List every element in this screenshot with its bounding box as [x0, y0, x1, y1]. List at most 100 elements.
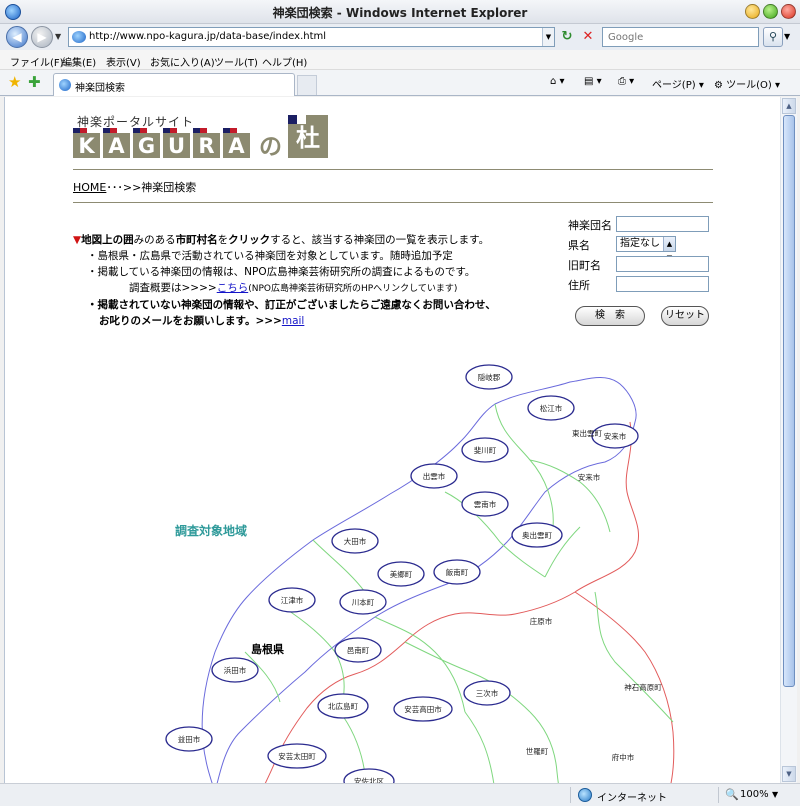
- old-town-input[interactable]: [616, 256, 709, 272]
- municipality-marker[interactable]: 北広島町: [317, 693, 369, 719]
- municipality-name[interactable]: 川本町: [352, 597, 375, 607]
- page-menu-label: ページ(P): [652, 80, 696, 91]
- zoom-icon[interactable]: 🔍: [725, 788, 739, 801]
- menu-file[interactable]: ファイル(F): [10, 54, 64, 69]
- minimize-button[interactable]: [745, 4, 760, 19]
- municipality-name[interactable]: 安芸太田町: [278, 751, 316, 761]
- divider: [73, 169, 713, 170]
- municipality-name[interactable]: 出雲市: [423, 471, 446, 481]
- history-dropdown-icon[interactable]: ▼: [55, 32, 61, 41]
- municipality-name[interactable]: 邑南町: [347, 645, 370, 655]
- refresh-icon[interactable]: ↻: [559, 30, 575, 44]
- region-map[interactable]: 調査対象地域 島根県 隠岐郡松江市安来市出雲市斐川町雲南市奥出雲町大田市美郷町飯…: [75, 352, 685, 783]
- municipality-name[interactable]: 隠岐郡: [478, 372, 501, 382]
- municipality-marker[interactable]: 安芸高田市: [393, 696, 453, 722]
- search-icon[interactable]: ⚲: [763, 27, 783, 47]
- municipality-name[interactable]: 江津市: [281, 595, 304, 605]
- municipality-name[interactable]: 美郷町: [390, 569, 413, 579]
- municipality-marker[interactable]: 大田市: [331, 528, 379, 554]
- page-menu[interactable]: ページ(P) ▾: [652, 76, 704, 91]
- address-dropdown-icon[interactable]: ▼: [542, 28, 554, 46]
- menu-view[interactable]: 表示(V): [106, 54, 141, 69]
- municipality-marker[interactable]: 隠岐郡: [465, 364, 513, 390]
- tab-kagura-search[interactable]: 神楽団検索: [53, 73, 295, 96]
- municipality-name[interactable]: 飯南町: [446, 567, 469, 577]
- map-prefecture-label: 島根県: [251, 642, 284, 656]
- municipality-name[interactable]: 益田市: [178, 734, 201, 744]
- municipality-marker[interactable]: 三次市: [463, 680, 511, 706]
- search-box[interactable]: [602, 27, 759, 47]
- address-field[interactable]: http://www.npo-kagura.jp/data-base/index…: [68, 27, 555, 47]
- breadcrumb-home-link[interactable]: HOME: [73, 181, 106, 194]
- new-tab-button[interactable]: [297, 75, 317, 95]
- reset-button[interactable]: リセット: [661, 306, 709, 326]
- municipality-plain-labels: 東出雲町安来市庄原市神石高原町世羅町府中市: [526, 428, 662, 762]
- municipality-name[interactable]: 浜田市: [224, 665, 247, 675]
- maximize-button[interactable]: [763, 4, 778, 19]
- survey-link[interactable]: こちら: [217, 282, 249, 294]
- intro-line-5: ・掲載されていない神楽団の情報や、訂正がございましたらご遠慮なくお問い合わせ、: [87, 299, 496, 311]
- municipality-name[interactable]: 北広島町: [328, 701, 358, 711]
- municipality-plain-label: 府中市: [612, 752, 635, 762]
- municipality-name[interactable]: 大田市: [344, 536, 367, 546]
- stop-icon[interactable]: ✕: [580, 30, 596, 44]
- search-options-icon[interactable]: ▼: [784, 32, 790, 41]
- select-arrow-icon[interactable]: ▲▼: [663, 237, 675, 262]
- municipality-marker[interactable]: 美郷町: [377, 561, 425, 587]
- back-button[interactable]: ◀: [6, 26, 28, 48]
- menu-edit[interactable]: 編集(E): [62, 54, 96, 69]
- prefecture-select[interactable]: 指定なし▲▼: [616, 236, 676, 262]
- municipality-marker[interactable]: 江津市: [268, 587, 316, 613]
- municipality-name[interactable]: 雲南市: [474, 499, 497, 509]
- municipality-marker[interactable]: 益田市: [165, 726, 213, 752]
- intro-line-1: ▼地図上の囲みのある市町村名をクリックすると、該当する神楽団の一覧を表示します。: [73, 234, 490, 246]
- feeds-icon[interactable]: ▤ ▾: [584, 76, 602, 87]
- menu-favorites[interactable]: お気に入り(A): [150, 54, 215, 69]
- municipality-marker[interactable]: 斐川町: [461, 437, 509, 463]
- zoom-dropdown-icon[interactable]: ▼: [772, 790, 778, 799]
- logo-mori: 杜: [288, 115, 328, 158]
- status-separator: [718, 787, 719, 803]
- municipality-marker[interactable]: 安芸太田町: [267, 743, 327, 769]
- status-bar: インターネット 🔍 100% ▼: [0, 783, 800, 806]
- municipality-name[interactable]: 安佐北区: [354, 776, 384, 783]
- municipality-marker[interactable]: 安佐北区: [343, 768, 395, 783]
- municipality-marker[interactable]: 出雲市: [410, 463, 458, 489]
- search-input[interactable]: [606, 29, 756, 45]
- scroll-down-icon[interactable]: ▼: [782, 766, 796, 782]
- menu-help[interactable]: ヘルプ(H): [262, 54, 307, 69]
- forward-button[interactable]: ▶: [31, 26, 53, 48]
- municipality-name[interactable]: 安来市: [604, 431, 627, 441]
- municipality-name[interactable]: 三次市: [476, 688, 499, 698]
- print-icon[interactable]: ⎙ ▾: [618, 76, 634, 87]
- add-favorite-icon[interactable]: ✚: [28, 74, 41, 90]
- municipality-marker[interactable]: 松江市: [527, 395, 575, 421]
- municipality-name[interactable]: 松江市: [540, 403, 563, 413]
- municipality-marker[interactable]: 浜田市: [211, 657, 259, 683]
- search-button[interactable]: 検 索: [575, 306, 645, 326]
- tools-menu[interactable]: ⚙ ツール(O) ▾: [714, 76, 780, 91]
- municipality-name[interactable]: 斐川町: [474, 445, 497, 455]
- municipality-markers[interactable]: 隠岐郡松江市安来市出雲市 斐川町雲南市奥出雲町大田市美郷町 飯南町江津市 川本町邑南町…: [165, 364, 639, 783]
- vertical-scrollbar[interactable]: ▲ ▼: [780, 97, 797, 783]
- address-input[interactable]: [616, 276, 709, 292]
- municipality-marker[interactable]: 飯南町: [433, 559, 481, 585]
- intro-line-6: お叱りのメールをお願いします。>>>mail: [99, 315, 305, 327]
- municipality-marker[interactable]: 雲南市: [461, 491, 509, 517]
- address-url[interactable]: http://www.npo-kagura.jp/data-base/index…: [89, 31, 326, 42]
- menu-tools[interactable]: ツール(T): [214, 54, 258, 69]
- municipality-marker[interactable]: 邑南町: [334, 637, 382, 663]
- scroll-up-icon[interactable]: ▲: [782, 98, 796, 114]
- group-name-input[interactable]: [616, 216, 709, 232]
- home-icon[interactable]: ⌂ ▾: [550, 76, 565, 87]
- scroll-thumb[interactable]: [783, 115, 795, 687]
- close-button[interactable]: [781, 4, 796, 19]
- municipality-marker[interactable]: 奥出雲町: [511, 522, 563, 548]
- municipality-name[interactable]: 奥出雲町: [522, 530, 552, 540]
- zoom-level[interactable]: 100%: [740, 789, 769, 800]
- triangle-icon: ▼: [73, 234, 82, 246]
- municipality-marker[interactable]: 川本町: [339, 589, 387, 615]
- municipality-name[interactable]: 安芸高田市: [404, 704, 442, 714]
- favorites-star-icon[interactable]: ★: [8, 74, 21, 90]
- mail-link[interactable]: mail: [282, 315, 305, 327]
